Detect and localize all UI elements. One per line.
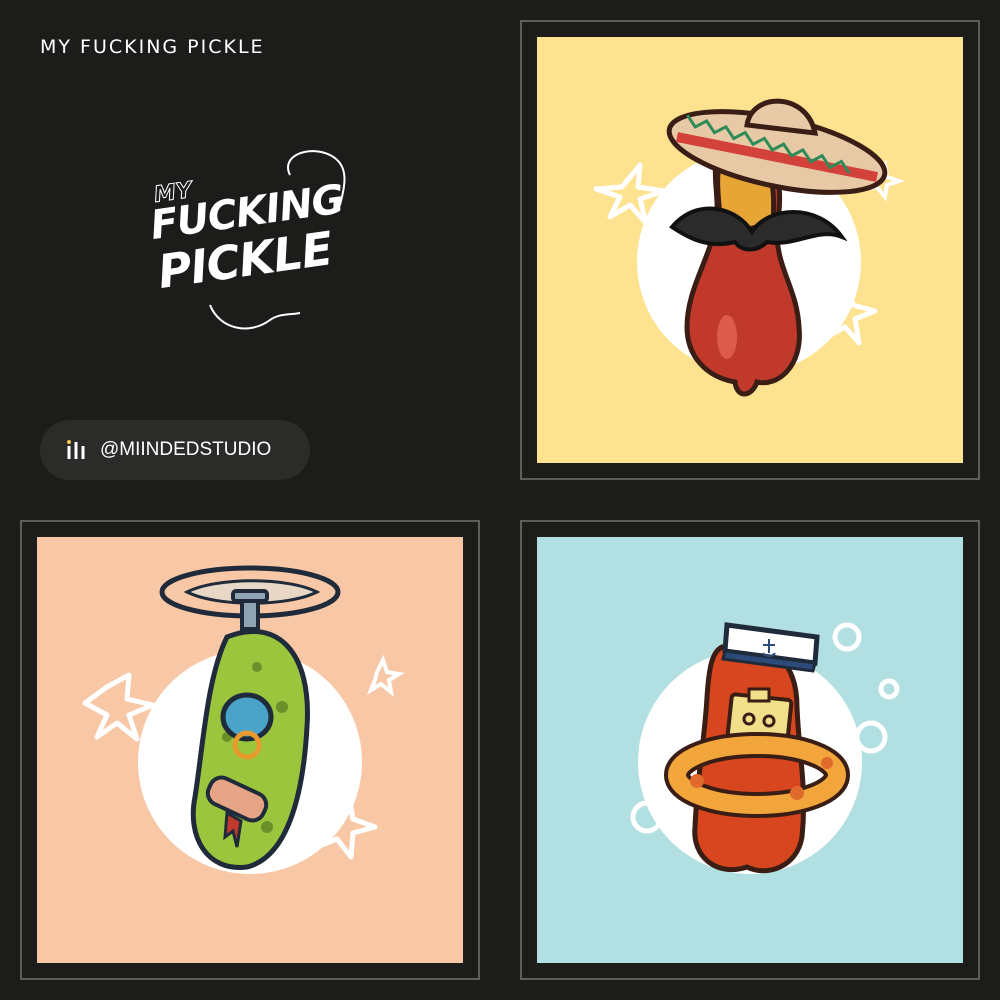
card-art	[37, 537, 463, 963]
card-sombrero-pickle[interactable]	[520, 20, 980, 480]
card-propeller-pickle[interactable]	[20, 520, 480, 980]
card-sailor-pickle[interactable]	[520, 520, 980, 980]
sailor-pickle-illustration	[537, 537, 963, 963]
page-title: MY FUCKING PICKLE	[40, 36, 265, 58]
card-art	[537, 537, 963, 963]
social-handle-text: @MIINDEDSTUDIO	[100, 439, 272, 460]
propeller-pickle-illustration	[37, 537, 463, 963]
social-handle-badge[interactable]: @MIINDEDSTUDIO	[40, 420, 310, 480]
brand-logo: MY FUCKING PICKLE	[140, 145, 360, 335]
card-art	[537, 37, 963, 463]
studio-logo-icon	[67, 440, 85, 459]
sombrero-pickle-illustration	[537, 37, 963, 463]
